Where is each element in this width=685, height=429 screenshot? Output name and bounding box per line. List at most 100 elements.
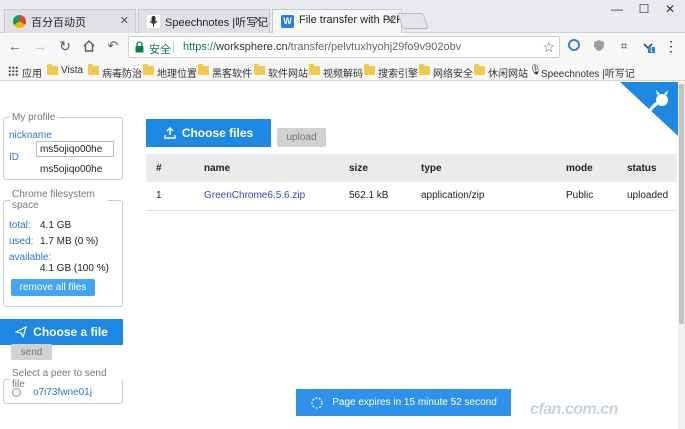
spinner-icon	[311, 396, 323, 409]
folder-icon	[254, 64, 265, 75]
back-icon[interactable]: ←	[6, 37, 24, 55]
github-corner[interactable]	[620, 82, 678, 136]
w-logo-icon: W	[281, 15, 294, 28]
microphone-icon	[147, 15, 160, 28]
undo-icon[interactable]: ↶	[104, 37, 122, 55]
column-header-mode: mode	[566, 162, 593, 174]
cell-status: uploaded	[617, 182, 677, 211]
tab-file-transfer[interactable]: W File transfer with P2P s ✕	[272, 9, 402, 33]
column-header-size: size	[349, 162, 368, 174]
choose-files-button[interactable]: Choose files	[146, 119, 271, 147]
watermark-logo: cfan.com.cn	[530, 401, 618, 418]
filesystem-legend: Chrome filesystem space	[12, 189, 95, 211]
extension-circle-icon[interactable]	[567, 39, 581, 53]
page-content: My profile nickname ID ms5ojiqo00he Chro…	[0, 82, 685, 429]
bookmark-speechnotes[interactable]: 🎙 Speechnotes |听写记	[527, 65, 635, 80]
separator: |	[172, 41, 175, 53]
home-icon[interactable]	[80, 37, 98, 55]
folder-icon	[88, 64, 99, 75]
choose-a-file-button[interactable]: Choose a file	[0, 319, 123, 345]
menu-icon[interactable]: ⋮	[664, 39, 678, 53]
upload-icon	[164, 127, 176, 139]
bookmark-folder[interactable]: 搜索引擎	[364, 64, 418, 80]
column-header-type: type	[421, 162, 442, 174]
folder-icon	[198, 64, 209, 75]
cell-type: application/zip	[411, 182, 556, 211]
bookmark-folder[interactable]: 休闲网站	[474, 64, 528, 80]
folder-icon	[47, 64, 58, 75]
shield-icon[interactable]	[592, 39, 606, 53]
tab-strip: 百分百动页 ✕ Speechnotes |听写记事 ✕ W File trans…	[0, 0, 685, 33]
close-tab-icon[interactable]: ✕	[254, 14, 263, 27]
expire-banner: Page expires in 15 minute 52 second	[296, 389, 511, 416]
file-link[interactable]: GreenChrome6.5.6.zip	[194, 182, 339, 211]
secure-label: 安全	[149, 44, 171, 56]
bookmark-folder[interactable]: 地理位置	[143, 64, 197, 80]
chrome-icon	[13, 15, 26, 28]
url-text[interactable]: https://worksphere.cn/transfer/pelvtuxhy…	[183, 41, 461, 53]
cell-mode: Public	[556, 182, 617, 211]
svg-text:1: 1	[650, 47, 654, 53]
folder-icon	[419, 64, 430, 75]
bookmark-folder[interactable]: 软件网站	[254, 64, 308, 80]
peer-radio[interactable]	[12, 388, 21, 397]
forward-icon[interactable]: →	[31, 37, 49, 55]
close-window-button[interactable]: ✕	[658, 0, 682, 20]
bookmark-folder[interactable]: Vista	[47, 64, 83, 76]
bookmarks-bar: 应用 Vista 病毒防治 地理位置 黑客软件 软件网站 视频解码 搜索引擎 网…	[0, 61, 685, 81]
table-header-row: # name size type mode status	[146, 154, 677, 182]
total-value: 4.1 GB	[40, 220, 72, 231]
bookmark-folder[interactable]: 视频解码	[309, 64, 363, 80]
column-header-number: #	[156, 162, 162, 174]
tab-speechnotes[interactable]: Speechnotes |听写记事 ✕	[138, 9, 270, 33]
bookmark-apps[interactable]: 应用	[8, 65, 42, 80]
used-label: used:	[9, 236, 34, 247]
bookmark-star-icon[interactable]: ☆	[542, 39, 555, 56]
cell-number: 1	[146, 182, 194, 211]
address-bar[interactable]: 安全 | https://worksphere.cn/transfer/pelv…	[128, 36, 560, 58]
peer-panel: Select a peer to send file	[3, 368, 123, 404]
available-label: available:	[9, 252, 52, 263]
send-button[interactable]: send	[11, 344, 52, 360]
peer-name[interactable]: o7i73fwne01j	[33, 387, 92, 398]
upload-button[interactable]: upload	[277, 128, 326, 147]
close-tab-icon[interactable]: ✕	[120, 14, 129, 27]
cell-size: 562.1 kB	[339, 182, 411, 211]
browser-toolbar: ← → ↻ ↶ 安全 | https://worksphere.cn/trans…	[0, 33, 685, 61]
send-paper-plane-icon	[15, 326, 28, 338]
remove-all-files-button[interactable]: remove all files	[11, 279, 95, 296]
column-header-name: name	[204, 162, 231, 174]
close-tab-icon[interactable]: ✕	[386, 14, 395, 27]
id-value: ms5ojiqo00he	[40, 164, 103, 175]
profile-legend: My profile	[12, 112, 56, 123]
used-value: 1.7 MB (0 %)	[40, 236, 99, 247]
crop-icon[interactable]: ⌗	[617, 39, 631, 53]
available-value: 4.1 GB (100 %)	[40, 263, 109, 274]
folder-icon	[364, 64, 375, 75]
id-label: ID	[9, 152, 19, 163]
scrollbar-thumb[interactable]	[679, 84, 684, 324]
microphone-icon: 🎙	[529, 65, 542, 76]
page-scrollbar[interactable]	[678, 82, 685, 429]
folder-icon	[309, 64, 320, 75]
folder-icon	[474, 64, 485, 75]
minimize-button[interactable]: —	[605, 0, 629, 20]
apps-grid-icon	[8, 66, 18, 76]
lock-icon	[135, 41, 144, 53]
pocket-icon[interactable]: 1	[641, 39, 655, 54]
folder-icon	[143, 64, 154, 75]
bookmark-folder[interactable]: 黑客软件	[198, 64, 252, 80]
reload-icon[interactable]: ↻	[56, 37, 74, 55]
bookmark-folder[interactable]: 网络安全	[419, 64, 473, 80]
tab-title: 百分百动页	[31, 17, 86, 29]
nickname-input[interactable]	[36, 141, 114, 157]
nickname-label: nickname	[9, 130, 52, 141]
table-row: 1 GreenChrome6.5.6.zip 562.1 kB applicat…	[146, 182, 677, 211]
bookmark-folder[interactable]: 病毒防治	[88, 64, 142, 80]
maximize-button[interactable]: ☐	[632, 0, 656, 20]
total-label: total:	[9, 220, 31, 231]
tab-baifenbai[interactable]: 百分百动页 ✕	[4, 9, 136, 33]
files-table: # name size type mode status 1 GreenChro…	[146, 154, 677, 211]
column-header-status: status	[627, 162, 657, 174]
new-tab-button[interactable]	[397, 13, 429, 29]
